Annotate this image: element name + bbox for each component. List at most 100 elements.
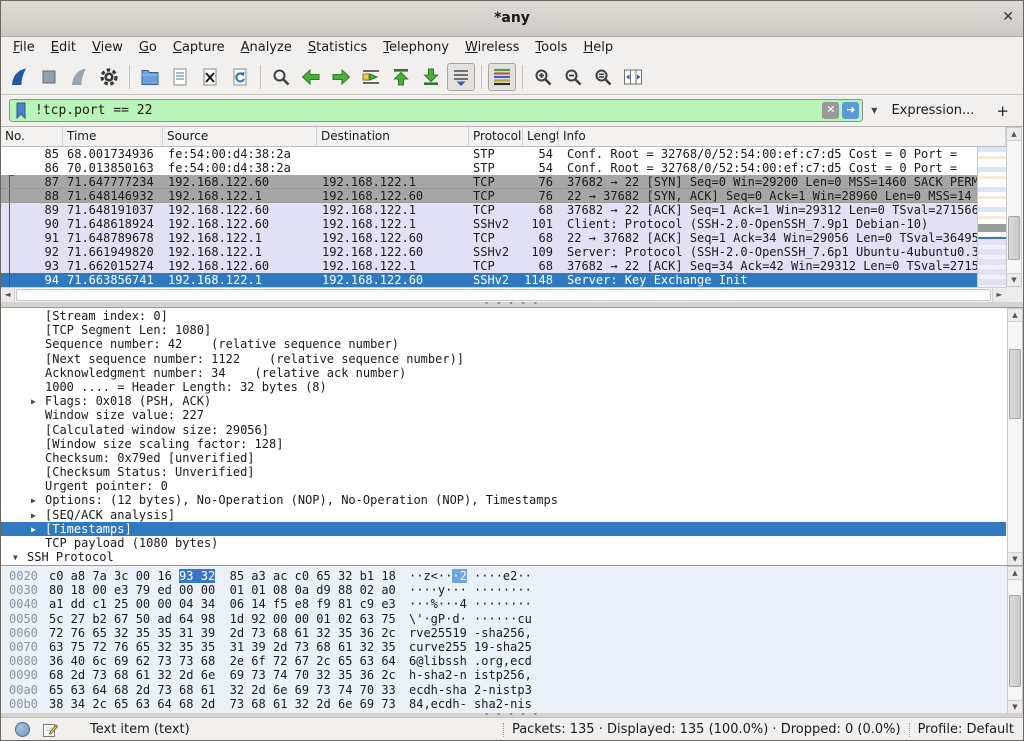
zoom-original-button[interactable] (589, 63, 617, 91)
hex-row[interactable]: 0040a1 dd c1 25 00 00 04 34 06 14 f5 e8 … (1, 597, 1006, 611)
scroll-down-icon[interactable]: ▼ (1008, 700, 1022, 713)
go-last-packet-button[interactable] (417, 63, 445, 91)
column-header-no[interactable]: No. (1, 127, 63, 146)
detail-line[interactable]: TCP payload (1080 bytes) (1, 536, 1006, 550)
hex-bytes[interactable]: 65 63 64 68 2d 73 68 61 32 2d 6e 69 73 7… (49, 683, 396, 697)
scroll-thumb[interactable] (1009, 349, 1021, 419)
detail-line[interactable]: ▶[SEQ/ACK analysis] (1, 508, 1006, 522)
scroll-up-icon[interactable]: ▲ (1008, 309, 1022, 322)
hex-ascii[interactable]: 84,ecdh- sha2-nis (409, 697, 532, 711)
colorize-packets-button[interactable] (488, 63, 516, 91)
detail-line[interactable]: Checksum: 0x79ed [unverified] (1, 451, 1006, 465)
detail-line[interactable]: ▶Options: (12 bytes), No-Operation (NOP)… (1, 493, 1006, 507)
hex-bytes[interactable]: 5c 27 b2 67 50 ad 64 98 1d 92 00 00 01 0… (49, 612, 396, 626)
stop-capture-button[interactable] (35, 63, 63, 91)
scroll-down-icon[interactable]: ▼ (1008, 552, 1022, 565)
packet-row[interactable]: 9071.648618924192.168.122.60192.168.122.… (1, 217, 977, 231)
detail-line[interactable]: [Stream index: 0] (1, 309, 1006, 323)
go-to-packet-button[interactable] (357, 63, 385, 91)
intelligent-scrollbar-minimap[interactable] (977, 147, 1006, 287)
detail-line[interactable]: [Window size scaling factor: 128] (1, 437, 1006, 451)
collapsed-arrow-icon[interactable]: ▶ (31, 509, 36, 523)
hex-row[interactable]: 00b038 34 2c 65 63 64 68 2d 73 68 61 32 … (1, 697, 1006, 711)
hex-ascii[interactable]: curve255 19-sha25 (409, 640, 532, 654)
hex-row[interactable]: 003080 18 00 e3 79 ed 00 00 01 01 08 0a … (1, 583, 1006, 597)
hex-vscrollbar[interactable]: ▲ ▼ (1007, 566, 1023, 714)
menu-file[interactable]: File (5, 37, 43, 59)
hex-ascii[interactable]: h-sha2-n istp256, (409, 668, 532, 682)
hex-ascii[interactable]: 6@libssh .org,ecd (409, 654, 532, 668)
collapsed-arrow-icon[interactable]: ▶ (31, 395, 36, 409)
packet-row[interactable]: 9171.648789678192.168.122.1192.168.122.6… (1, 231, 977, 245)
close-capture-file-button[interactable] (196, 63, 224, 91)
hex-bytes[interactable]: 36 40 6c 69 62 73 73 68 2e 6f 72 67 2c 6… (49, 654, 396, 668)
column-header-protocol[interactable]: Protocol (469, 127, 523, 146)
detail-line[interactable]: ▼SSH Protocol (1, 550, 1006, 564)
menu-tools[interactable]: Tools (527, 37, 575, 59)
save-capture-file-button[interactable] (166, 63, 194, 91)
restart-capture-button[interactable] (65, 63, 93, 91)
detail-line[interactable]: [Calculated window size: 29056] (1, 423, 1006, 437)
menu-wireless[interactable]: Wireless (457, 37, 527, 59)
packet-list-vscrollbar[interactable]: ▲ ▼ (1006, 127, 1022, 287)
add-filter-button[interactable]: + (986, 102, 1015, 120)
hex-bytes[interactable]: 38 34 2c 65 63 64 68 2d 73 68 61 32 2d 6… (49, 697, 396, 711)
hex-ascii[interactable]: ···%···4 ········ (409, 597, 532, 611)
packet-row[interactable]: 8771.647777234192.168.122.60192.168.122.… (1, 175, 977, 189)
detail-line[interactable]: Acknowledgment number: 34 (relative ack … (1, 366, 1006, 380)
hex-ascii[interactable]: ··z<···2 ····e2·· (409, 569, 532, 583)
detail-line[interactable]: 1000 .... = Header Length: 32 bytes (8) (1, 380, 1006, 394)
collapsed-arrow-icon[interactable]: ▶ (31, 494, 36, 508)
zoom-in-button[interactable] (529, 63, 557, 91)
scroll-down-icon[interactable]: ▼ (1007, 273, 1021, 286)
filter-history-dropdown-icon[interactable]: ▼ (869, 106, 879, 115)
menu-go[interactable]: Go (131, 37, 165, 59)
hex-ascii[interactable]: ····y··· ········ (409, 583, 532, 597)
scroll-thumb[interactable] (16, 289, 991, 301)
expert-info-icon[interactable] (15, 722, 30, 737)
hex-row[interactable]: 009068 2d 73 68 61 32 2d 6e 69 73 74 70 … (1, 668, 1006, 682)
menu-help[interactable]: Help (575, 37, 621, 59)
detail-line[interactable]: Urgent pointer: 0 (1, 479, 1006, 493)
packet-row[interactable]: 8971.648191037192.168.122.60192.168.122.… (1, 203, 977, 217)
hex-row[interactable]: 00505c 27 b2 67 50 ad 64 98 1d 92 00 00 … (1, 612, 1006, 626)
detail-line[interactable]: Window size value: 227 (1, 408, 1006, 422)
column-header-source[interactable]: Source (163, 127, 317, 146)
scroll-up-icon[interactable]: ▲ (1007, 128, 1021, 141)
details-vscrollbar[interactable]: ▲ ▼ (1007, 308, 1023, 566)
menu-view[interactable]: View (84, 37, 131, 59)
hex-bytes[interactable]: 80 18 00 e3 79 ed 00 00 01 01 08 0a d9 8… (49, 583, 396, 597)
detail-line[interactable]: ▶[Timestamps] (1, 522, 1006, 536)
detail-line[interactable]: [Next sequence number: 1122 (relative se… (1, 352, 1006, 366)
go-back-button[interactable] (297, 63, 325, 91)
column-header-time[interactable]: Time (63, 127, 163, 146)
capture-comment-icon[interactable] (42, 722, 58, 738)
hex-row[interactable]: 006072 76 65 32 35 35 31 39 2d 73 68 61 … (1, 626, 1006, 640)
hex-bytes[interactable]: c0 a8 7a 3c 00 16 93 32 85 a3 ac c0 65 3… (49, 569, 396, 583)
packet-list-hscrollbar[interactable]: ◄ ► (1, 287, 1006, 302)
hex-ascii[interactable]: rve25519 -sha256, (409, 626, 532, 640)
scroll-left-icon[interactable]: ◄ (1, 288, 15, 302)
hex-bytes[interactable]: 68 2d 73 68 61 32 2d 6e 69 73 74 70 32 3… (49, 668, 396, 682)
expanded-arrow-icon[interactable]: ▼ (13, 551, 18, 565)
filter-apply-icon[interactable]: ➜ (842, 102, 859, 119)
menu-telephony[interactable]: Telephony (375, 37, 457, 59)
capture-options-button[interactable] (95, 63, 123, 91)
close-window-icon[interactable]: ✕ (1002, 9, 1014, 25)
display-filter-entry[interactable]: !tcp.port == 22 ✕ ➜ (9, 99, 863, 122)
menu-statistics[interactable]: Statistics (300, 37, 375, 59)
open-capture-file-button[interactable] (136, 63, 164, 91)
packet-row[interactable]: 9471.663856741192.168.122.1192.168.122.6… (1, 273, 977, 287)
hex-row[interactable]: 0020c0 a8 7a 3c 00 16 93 32 85 a3 ac c0 … (1, 569, 1006, 583)
detail-line[interactable]: [TCP Segment Len: 1080] (1, 323, 1006, 337)
status-profile[interactable]: Profile: Default (918, 722, 1023, 737)
hex-ascii[interactable]: \'·gP·d· ······cu (409, 612, 532, 626)
packet-row[interactable]: 8568.001734936fe:54:00:d4:38:2aSTP54Conf… (1, 147, 977, 161)
packet-row[interactable]: 8670.013850163fe:54:00:d4:38:2aSTP54Conf… (1, 161, 977, 175)
scroll-thumb[interactable] (1008, 216, 1020, 260)
filter-input[interactable]: !tcp.port == 22 (29, 103, 819, 118)
column-header-info[interactable]: Info (559, 127, 1006, 146)
detail-line[interactable]: Sequence number: 42 (relative sequence n… (1, 337, 1006, 351)
start-capture-button[interactable] (5, 63, 33, 91)
go-first-packet-button[interactable] (387, 63, 415, 91)
